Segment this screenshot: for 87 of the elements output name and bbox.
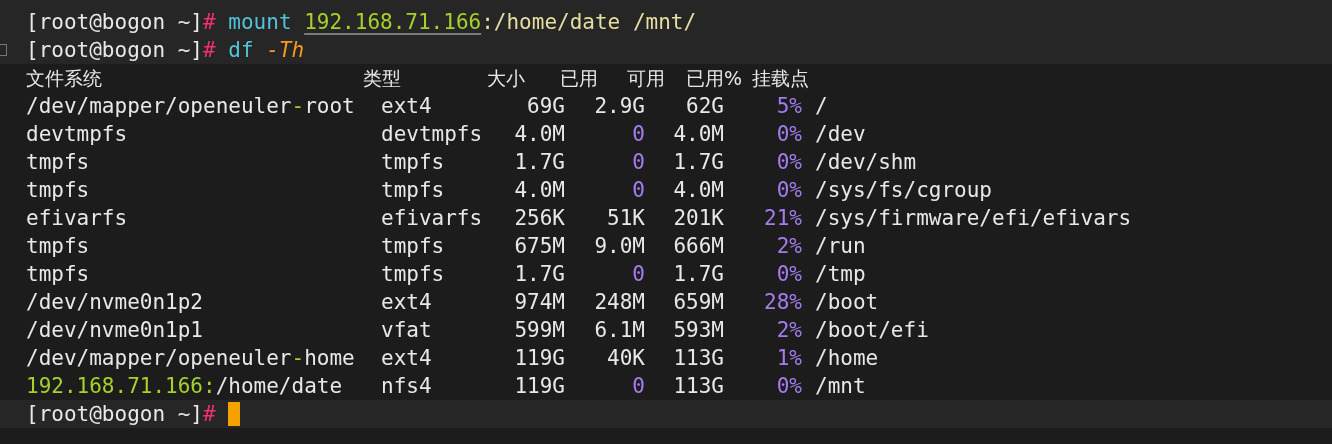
table-cell: 21%	[764, 206, 802, 230]
table-cell: 0%	[776, 122, 802, 146]
table-cell: 0%	[776, 374, 802, 398]
column-header: 文件系统	[26, 67, 102, 89]
table-cell: 4.0M	[514, 178, 565, 202]
table-cell: 1%	[776, 346, 802, 370]
column-header: 大小	[487, 67, 525, 89]
table-cell: 0	[632, 262, 645, 286]
table-cell: 599M	[514, 318, 565, 342]
table-cell: 2.9G	[594, 94, 645, 118]
table-cell: 1.7G	[514, 150, 565, 174]
table-cell: 1.7G	[514, 262, 565, 286]
table-cell: 28%	[764, 290, 802, 314]
table-cell: /sys/firmware/efi/efivars	[815, 206, 1132, 230]
table-cell: tmpfs	[381, 178, 445, 202]
table-cell: 62G	[686, 94, 724, 118]
table-cell: /boot	[815, 290, 879, 314]
table-cell: 201K	[673, 206, 724, 230]
table-cell: ext4	[381, 346, 432, 370]
command-line: [root@bogon ~]# df -Th	[26, 37, 305, 64]
table-cell: 192.168.71.166:/home/date	[26, 374, 343, 398]
table-cell: 40K	[607, 346, 645, 370]
table-cell: 1.7G	[673, 150, 724, 174]
table-cell: tmpfs	[381, 150, 445, 174]
table-cell: efivarfs	[381, 206, 483, 230]
table-cell: 119G	[514, 346, 565, 370]
table-cell: tmpfs	[381, 262, 445, 286]
table-cell: 666M	[673, 234, 724, 258]
table-cell: 0	[632, 150, 645, 174]
table-cell: /tmp	[815, 262, 866, 286]
table-cell: tmpfs	[26, 178, 90, 202]
table-cell: /dev	[815, 122, 866, 146]
table-cell: /	[815, 94, 828, 118]
table-cell: ext4	[381, 290, 432, 314]
table-cell: 1.7G	[673, 262, 724, 286]
table-cell: 4.0M	[673, 122, 724, 146]
table-cell: 113G	[673, 374, 724, 398]
table-cell: /dev/mapper/openeuler-home	[26, 346, 355, 370]
table-cell: /home	[815, 346, 879, 370]
table-cell: tmpfs	[26, 234, 90, 258]
table-cell: tmpfs	[26, 150, 90, 174]
table-cell: nfs4	[381, 374, 432, 398]
table-cell: efivarfs	[26, 206, 128, 230]
table-cell: 69G	[527, 94, 565, 118]
column-header: 已用%	[686, 67, 743, 89]
column-header: 可用	[627, 67, 665, 89]
table-cell: 119G	[514, 374, 565, 398]
table-cell: /dev/nvme0n1p2	[26, 290, 203, 314]
table-cell: 4.0M	[514, 122, 565, 146]
column-header: 类型	[363, 67, 401, 89]
table-cell: devtmpfs	[26, 122, 128, 146]
table-cell: tmpfs	[26, 262, 90, 286]
table-cell: 2%	[776, 318, 802, 342]
table-cell: 2%	[776, 234, 802, 258]
table-cell: 5%	[776, 94, 802, 118]
table-cell: /sys/fs/cgroup	[815, 178, 992, 202]
table-cell: ext4	[381, 94, 432, 118]
table-cell: devtmpfs	[381, 122, 483, 146]
command-line: [root@bogon ~]# mount 192.168.71.166:/home/date /mnt/	[26, 9, 697, 36]
command-line: [root@bogon ~]#	[26, 401, 217, 428]
table-cell: 659M	[673, 290, 724, 314]
table-cell: 974M	[514, 290, 565, 314]
table-cell: 0%	[776, 262, 802, 286]
table-cell: 6.1M	[594, 318, 645, 342]
table-cell: 0%	[776, 178, 802, 202]
table-cell: 256K	[514, 206, 565, 230]
column-header: 挂载点	[752, 67, 809, 89]
table-cell: /run	[815, 234, 866, 258]
table-cell: vfat	[381, 318, 432, 342]
table-cell: 0%	[776, 150, 802, 174]
table-cell: 0	[632, 178, 645, 202]
table-cell: /boot/efi	[815, 318, 929, 342]
table-cell: 0	[632, 374, 645, 398]
table-cell: 593M	[673, 318, 724, 342]
table-cell: 113G	[673, 346, 724, 370]
table-cell: tmpfs	[381, 234, 445, 258]
table-cell: 9.0M	[594, 234, 645, 258]
table-cell: 51K	[607, 206, 645, 230]
table-cell: 4.0M	[673, 178, 724, 202]
table-cell: /dev/mapper/openeuler-root	[26, 94, 355, 118]
table-cell: /dev/shm	[815, 150, 917, 174]
table-cell: 675M	[514, 234, 565, 258]
table-cell: 248M	[594, 290, 645, 314]
table-cell: /dev/nvme0n1p1	[26, 318, 203, 342]
table-cell: /mnt	[815, 374, 866, 398]
column-header: 已用	[560, 67, 598, 89]
table-cell: 0	[632, 122, 645, 146]
